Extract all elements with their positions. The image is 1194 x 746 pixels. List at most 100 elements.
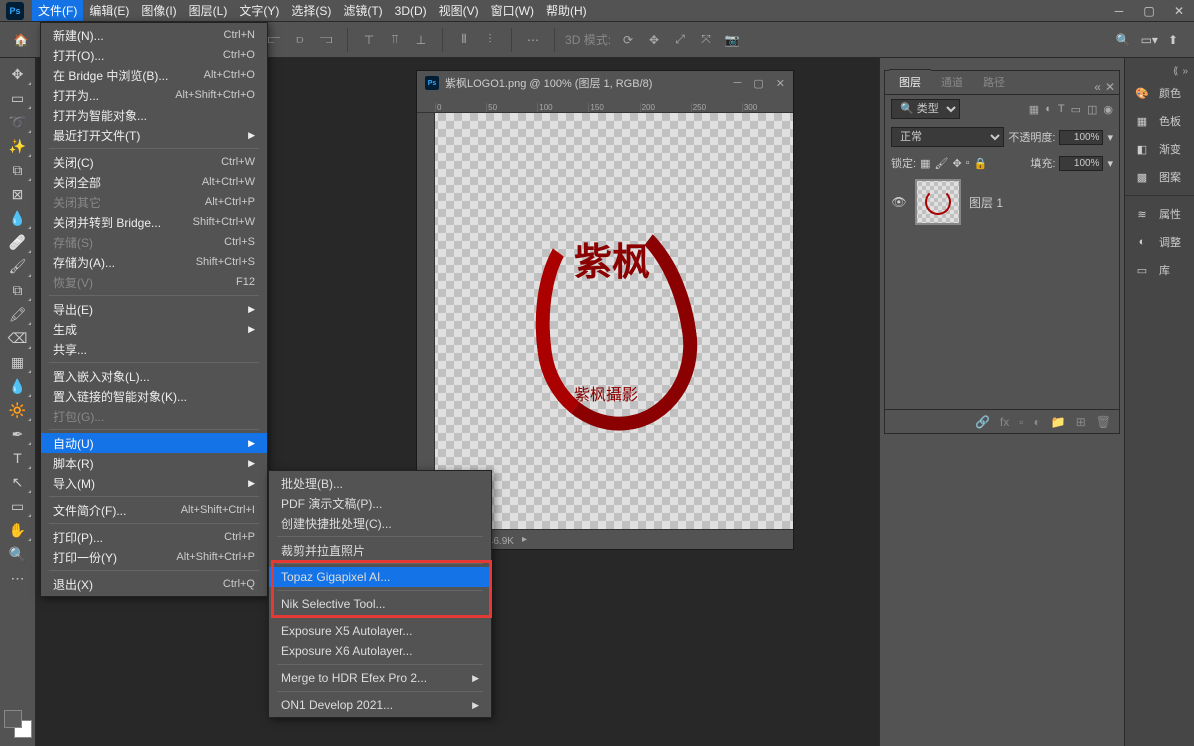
tab-paths[interactable]: 路径 bbox=[973, 70, 1015, 94]
shape-tool[interactable]: ▭ bbox=[4, 494, 32, 518]
align-middle-icon[interactable]: ⫪ bbox=[384, 29, 406, 51]
eyedropper-tool[interactable]: 💧 bbox=[4, 206, 32, 230]
blend-mode-select[interactable]: 正常 bbox=[891, 127, 1004, 147]
strip-pattern[interactable]: ▩图案 bbox=[1125, 163, 1194, 191]
auto-submenu-item[interactable]: 创建快捷批处理(C)... bbox=[269, 513, 491, 533]
lock-pixels-icon[interactable]: ▦ bbox=[920, 157, 930, 170]
3d-orbit-icon[interactable]: ⟳ bbox=[617, 29, 639, 51]
file-menu-item[interactable]: 退出(X)Ctrl+Q bbox=[41, 574, 267, 594]
marquee-tool[interactable]: ▭ bbox=[4, 86, 32, 110]
file-menu-item[interactable]: 打开为...Alt+Shift+Ctrl+O bbox=[41, 85, 267, 105]
layer-item[interactable]: 👁 图层 1 bbox=[885, 175, 1119, 229]
menu-layer[interactable]: 图层(L) bbox=[183, 0, 234, 21]
workspace-icon[interactable]: ▭▾ bbox=[1141, 33, 1158, 47]
zoom-tool[interactable]: 🔍 bbox=[4, 542, 32, 566]
menu-3d[interactable]: 3D(D) bbox=[389, 2, 433, 20]
close-button[interactable]: ✕ bbox=[1164, 0, 1194, 22]
tab-layers[interactable]: 图层 bbox=[889, 69, 931, 94]
lasso-tool[interactable]: ➰ bbox=[4, 110, 32, 134]
home-icon[interactable]: 🏠 bbox=[8, 27, 34, 53]
filter-pixel-icon[interactable]: ▦ bbox=[1029, 103, 1039, 116]
file-menu-item[interactable]: 打印一份(Y)Alt+Shift+Ctrl+P bbox=[41, 547, 267, 567]
file-menu-item[interactable]: 关闭并转到 Bridge...Shift+Ctrl+W bbox=[41, 212, 267, 232]
file-menu-item[interactable]: 共享... bbox=[41, 339, 267, 359]
file-menu-item[interactable]: 打印(P)...Ctrl+P bbox=[41, 527, 267, 547]
eraser-tool[interactable]: ⌫ bbox=[4, 326, 32, 350]
strip-libraries[interactable]: ▭库 bbox=[1125, 256, 1194, 284]
align-center-h-icon[interactable]: ⫐ bbox=[289, 29, 311, 51]
dodge-tool[interactable]: 🔆 bbox=[4, 398, 32, 422]
panel-collapse-icon[interactable]: « bbox=[1094, 80, 1101, 94]
type-tool[interactable]: T bbox=[4, 446, 32, 470]
tab-channels[interactable]: 通道 bbox=[931, 70, 973, 94]
strip-collapse-icon[interactable]: » bbox=[1182, 66, 1188, 77]
strip-adjustments[interactable]: ◐调整 bbox=[1125, 228, 1194, 256]
auto-submenu-item[interactable]: Topaz Gigapixel AI... bbox=[269, 567, 491, 587]
distribute-h-icon[interactable]: ⫴ bbox=[453, 29, 475, 51]
file-menu-item[interactable]: 打开为智能对象... bbox=[41, 105, 267, 125]
brush-tool[interactable]: 🖌 bbox=[4, 254, 32, 278]
auto-submenu-item[interactable]: Exposure X5 Autolayer... bbox=[269, 621, 491, 641]
adjustment-layer-icon[interactable]: ◐ bbox=[1034, 415, 1041, 429]
menu-edit[interactable]: 编辑(E) bbox=[83, 0, 135, 21]
strip-swatches[interactable]: ▦色板 bbox=[1125, 107, 1194, 135]
status-arrow-icon[interactable]: ▸ bbox=[522, 534, 527, 545]
edit-toolbar[interactable]: ⋯ bbox=[4, 566, 32, 590]
share-icon[interactable]: ⬆ bbox=[1168, 33, 1178, 47]
filter-type-select[interactable]: 🔍 类型 bbox=[891, 99, 960, 119]
delete-layer-icon[interactable]: 🗑 bbox=[1096, 415, 1111, 429]
lock-position-icon[interactable]: ✥ bbox=[952, 157, 961, 170]
fill-input[interactable] bbox=[1059, 156, 1103, 171]
auto-submenu-item[interactable]: Exposure X6 Autolayer... bbox=[269, 641, 491, 661]
layer-visibility-icon[interactable]: 👁 bbox=[891, 195, 907, 209]
color-swatches[interactable] bbox=[4, 710, 32, 738]
menu-view[interactable]: 视图(V) bbox=[433, 0, 485, 21]
3d-slide-icon[interactable]: ⤢ bbox=[669, 29, 691, 51]
file-menu-item[interactable]: 在 Bridge 中浏览(B)...Alt+Ctrl+O bbox=[41, 65, 267, 85]
layer-thumbnail[interactable] bbox=[915, 179, 961, 225]
strip-properties[interactable]: ≋属性 bbox=[1125, 200, 1194, 228]
stamp-tool[interactable]: ⧉ bbox=[4, 278, 32, 302]
document-titlebar[interactable]: Ps 紫枫LOGO1.png @ 100% (图层 1, RGB/8) ─ ▢ … bbox=[417, 71, 793, 95]
file-menu-item[interactable]: 生成▶ bbox=[41, 319, 267, 339]
doc-minimize[interactable]: ─ bbox=[734, 77, 742, 90]
filter-shape-icon[interactable]: ▭ bbox=[1071, 103, 1081, 116]
file-menu-item[interactable]: 关闭(C)Ctrl+W bbox=[41, 152, 267, 172]
auto-submenu-item[interactable]: 批处理(B)... bbox=[269, 473, 491, 493]
fill-dropdown-icon[interactable]: ▾ bbox=[1107, 157, 1113, 170]
auto-submenu-item[interactable]: ON1 Develop 2021...▶ bbox=[269, 695, 491, 715]
pen-tool[interactable]: ✒ bbox=[4, 422, 32, 446]
menu-image[interactable]: 图像(I) bbox=[135, 0, 182, 21]
layer-fx-icon[interactable]: fx bbox=[1000, 415, 1009, 429]
align-bottom-icon[interactable]: ⊥ bbox=[410, 29, 432, 51]
menu-file[interactable]: 文件(F) bbox=[32, 0, 83, 21]
file-menu-item[interactable]: 文件简介(F)...Alt+Shift+Ctrl+I bbox=[41, 500, 267, 520]
3d-pan-icon[interactable]: ✥ bbox=[643, 29, 665, 51]
file-menu-item[interactable]: 打包(G)... bbox=[41, 406, 267, 426]
filter-smart-icon[interactable]: ◫ bbox=[1087, 103, 1097, 116]
file-menu-item[interactable]: 打开(O)...Ctrl+O bbox=[41, 45, 267, 65]
gradient-tool[interactable]: ▦ bbox=[4, 350, 32, 374]
panel-close-icon[interactable]: ✕ bbox=[1105, 80, 1115, 94]
file-menu-item[interactable]: 导入(M)▶ bbox=[41, 473, 267, 493]
file-menu-item[interactable]: 恢复(V)F12 bbox=[41, 272, 267, 292]
layer-name[interactable]: 图层 1 bbox=[969, 194, 1003, 211]
doc-close[interactable]: ✕ bbox=[776, 77, 785, 90]
opacity-dropdown-icon[interactable]: ▾ bbox=[1107, 131, 1113, 144]
file-menu-item[interactable]: 导出(E)▶ bbox=[41, 299, 267, 319]
search-icon[interactable]: 🔍 bbox=[1116, 33, 1131, 47]
canvas[interactable]: 紫枫 紫枫攝影 bbox=[435, 113, 793, 529]
lock-all-icon[interactable]: 🔒 bbox=[974, 157, 988, 170]
crop-tool[interactable]: ⧉ bbox=[4, 158, 32, 182]
file-menu-item[interactable]: 新建(N)...Ctrl+N bbox=[41, 25, 267, 45]
file-menu-item[interactable]: 存储(S)Ctrl+S bbox=[41, 232, 267, 252]
file-menu-item[interactable]: 置入嵌入对象(L)... bbox=[41, 366, 267, 386]
wand-tool[interactable]: ✨ bbox=[4, 134, 32, 158]
layer-mask-icon[interactable]: ▫ bbox=[1019, 415, 1023, 429]
doc-maximize[interactable]: ▢ bbox=[753, 77, 763, 90]
file-menu-item[interactable]: 自动(U)▶ bbox=[41, 433, 267, 453]
blur-tool[interactable]: 💧 bbox=[4, 374, 32, 398]
move-tool[interactable]: ✥ bbox=[4, 62, 32, 86]
minimize-button[interactable]: ─ bbox=[1104, 0, 1134, 22]
path-select-tool[interactable]: ↖ bbox=[4, 470, 32, 494]
